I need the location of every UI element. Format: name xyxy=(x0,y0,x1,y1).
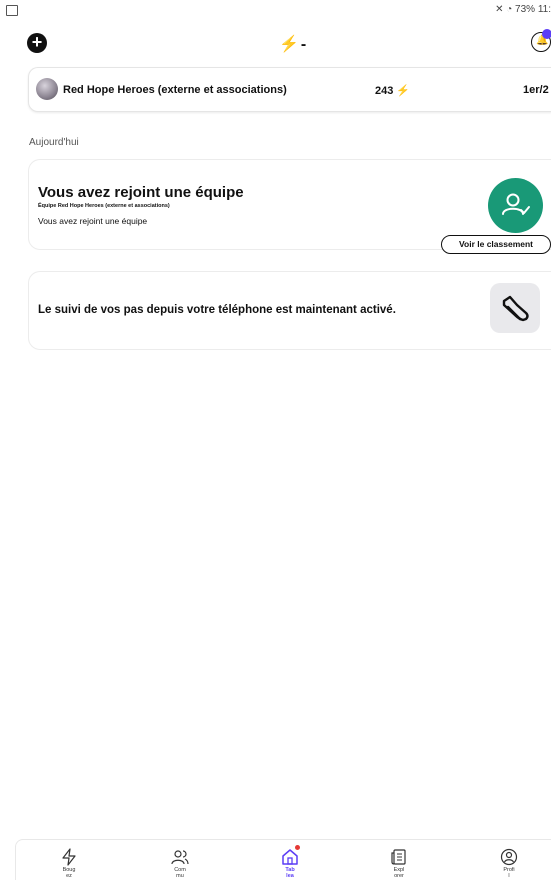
status-time-battery: 73% 11: xyxy=(515,4,551,15)
team-name: Red Hope Heroes (externe et associations… xyxy=(63,84,287,96)
bolt-icon: ⚡ xyxy=(396,85,411,97)
nav-label: Tab lea xyxy=(285,867,295,879)
status-bar: ✕ ◔ 73% 11: xyxy=(0,0,551,22)
person-check-icon xyxy=(488,178,543,233)
status-right: ✕ ◔ 73% 11: xyxy=(495,4,551,15)
notification-card-team-joined[interactable]: Vous avez rejoint une équipe Équipe Red … xyxy=(28,159,551,254)
notification-title: Vous avez rejoint une équipe xyxy=(38,184,244,201)
add-button[interactable]: + xyxy=(27,33,47,53)
nav-item-tableau[interactable]: Tab lea xyxy=(260,845,320,879)
bolt-icon: ⚡ xyxy=(279,36,299,53)
team-avatar xyxy=(36,78,58,100)
nav-label: Com mu xyxy=(174,867,186,879)
team-card[interactable]: Red Hope Heroes (externe et associations… xyxy=(28,67,551,112)
notification-body: Vous avez rejoint une équipe xyxy=(38,216,148,226)
nav-badge xyxy=(295,845,300,850)
notification-card-step-tracking[interactable]: Le suivi de vos pas depuis votre télépho… xyxy=(28,271,551,350)
notification-badge xyxy=(542,29,551,39)
energy-value: - xyxy=(300,36,307,53)
energy-indicator: ⚡ - xyxy=(279,34,306,54)
bottom-nav: Boug ez Com mu Tab lea Expl orer Profi l xyxy=(15,839,551,880)
top-bar: + ⚡ - 🔔 xyxy=(0,28,551,58)
nav-item-profil[interactable]: Profi l xyxy=(479,848,539,879)
notification-team-line: Équipe Red Hope Heroes (externe et assoc… xyxy=(38,203,170,209)
plus-icon: + xyxy=(31,32,43,52)
profile-icon xyxy=(500,848,518,866)
team-score: 243 ⚡ xyxy=(375,84,410,97)
section-label: Aujourd'hui xyxy=(29,137,79,148)
team-score-value: 243 xyxy=(375,85,394,97)
notifications-button[interactable]: 🔔 xyxy=(531,29,551,52)
community-icon xyxy=(171,850,189,865)
nav-label: Boug ez xyxy=(62,867,76,879)
notification-title: Le suivi de vos pas depuis votre télépho… xyxy=(38,304,396,316)
home-icon xyxy=(282,849,298,865)
signal-icon: ✕ ◔ xyxy=(495,4,516,15)
nav-label: Profi l xyxy=(503,867,515,879)
explore-icon xyxy=(391,849,406,865)
nav-item-bougez[interactable]: Boug ez xyxy=(39,848,99,879)
bolt-icon xyxy=(62,848,76,866)
nav-item-explorer[interactable]: Expl orer xyxy=(369,848,429,879)
nav-item-communaute[interactable]: Com mu xyxy=(150,848,210,879)
team-rank: 1er/2 xyxy=(523,84,549,96)
shoe-icon xyxy=(490,283,540,333)
nav-label: Expl orer xyxy=(393,867,405,879)
view-ranking-button[interactable]: Voir le classement xyxy=(441,235,551,254)
image-icon xyxy=(6,5,18,16)
